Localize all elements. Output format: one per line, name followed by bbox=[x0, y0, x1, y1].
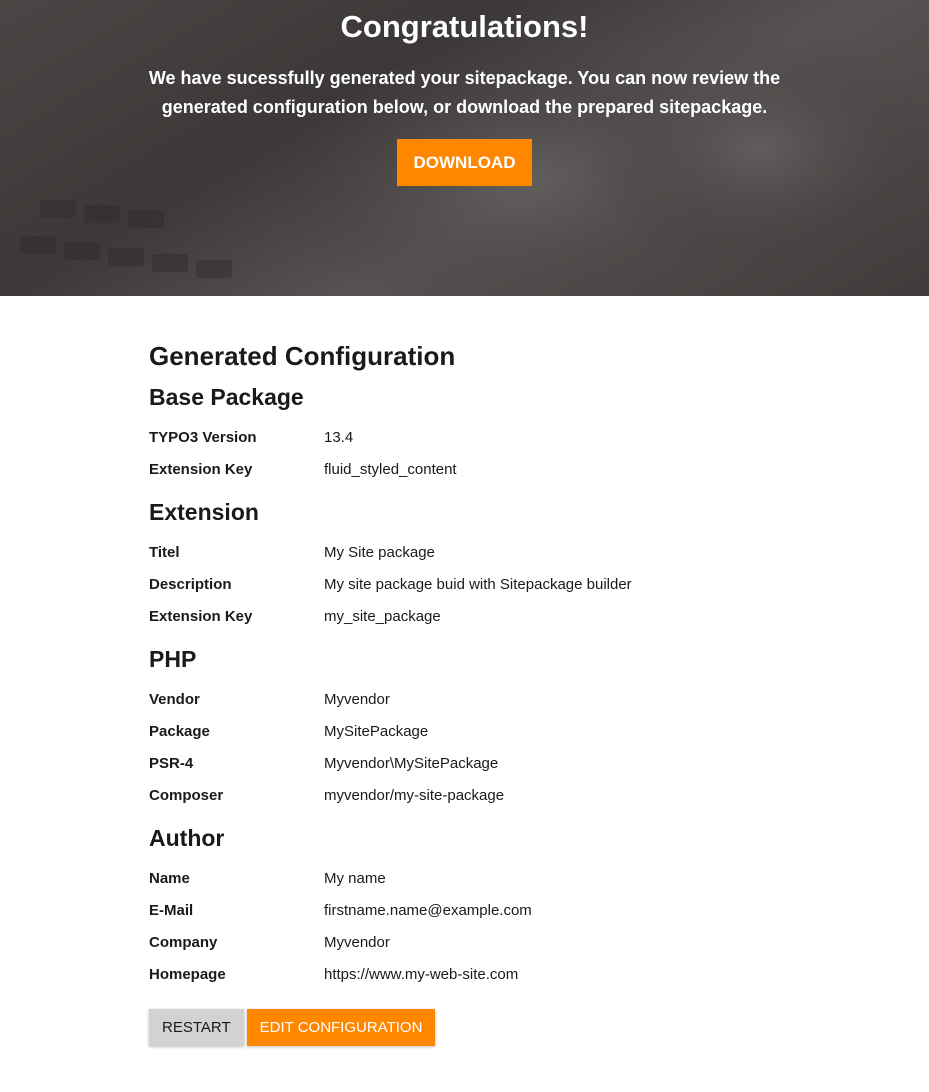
config-key: PSR-4 bbox=[149, 755, 194, 772]
config-key: Name bbox=[149, 870, 190, 887]
config-value: My Site package bbox=[324, 544, 435, 561]
config-key: Vendor bbox=[149, 691, 200, 708]
config-key: Company bbox=[149, 934, 218, 951]
section-title: Author bbox=[149, 825, 225, 851]
configuration-heading: Generated Configuration bbox=[149, 341, 456, 371]
section-author: Author Name My name E-Mail firstname.nam… bbox=[149, 823, 849, 991]
generated-configuration: Generated Configuration Base Package TYP… bbox=[0, 296, 849, 1046]
config-value: Myvendor bbox=[324, 691, 390, 708]
section-title: Extension bbox=[149, 499, 259, 525]
config-value: 13.4 bbox=[324, 429, 354, 446]
config-value: https://www.my-web-site.com bbox=[324, 966, 519, 983]
config-row: TYPO3 Version 13.4 bbox=[149, 422, 849, 454]
config-row: Extension Key fluid_styled_content bbox=[149, 454, 849, 486]
config-row: Extension Key my_site_package bbox=[149, 601, 849, 633]
section-title: PHP bbox=[149, 646, 197, 672]
config-row: Description My site package buid with Si… bbox=[149, 569, 849, 601]
config-row: Name My name bbox=[149, 863, 849, 895]
action-buttons: RESTART EDIT CONFIGURATION bbox=[149, 1009, 849, 1046]
config-value: Myvendor\MySitePackage bbox=[324, 755, 499, 772]
page-title: Congratulations! bbox=[340, 9, 589, 44]
success-message-line-2: generated configuration below, or downlo… bbox=[161, 97, 768, 117]
config-value: fluid_styled_content bbox=[324, 461, 457, 478]
hero-banner: Congratulations! We have sucessfully gen… bbox=[0, 0, 929, 296]
config-value: MySitePackage bbox=[324, 723, 429, 740]
section-php: PHP Vendor Myvendor Package MySitePackag… bbox=[149, 644, 849, 812]
download-button[interactable]: DOWNLOAD bbox=[396, 139, 533, 186]
hero-content: Congratulations! We have sucessfully gen… bbox=[0, 0, 929, 186]
config-value: firstname.name@example.com bbox=[324, 902, 532, 919]
config-value: Myvendor bbox=[324, 934, 390, 951]
config-row: Titel My Site package bbox=[149, 537, 849, 569]
config-value: My site package buid with Sitepackage bu… bbox=[324, 576, 632, 593]
section-title: Base Package bbox=[149, 384, 304, 410]
config-key: E-Mail bbox=[149, 902, 194, 919]
config-row: Composer myvendor/my-site-package bbox=[149, 780, 849, 812]
config-row: Company Myvendor bbox=[149, 927, 849, 959]
edit-configuration-button[interactable]: EDIT CONFIGURATION bbox=[246, 1009, 436, 1046]
restart-button[interactable]: RESTART bbox=[149, 1009, 244, 1046]
config-key: Extension Key bbox=[149, 461, 253, 478]
config-key: Homepage bbox=[149, 966, 226, 983]
config-row: PSR-4 Myvendor\MySitePackage bbox=[149, 748, 849, 780]
config-value: My name bbox=[324, 870, 386, 887]
config-row: E-Mail firstname.name@example.com bbox=[149, 895, 849, 927]
config-key: Extension Key bbox=[149, 608, 253, 625]
config-value: my_site_package bbox=[324, 608, 441, 625]
config-key: Package bbox=[149, 723, 210, 740]
config-value: myvendor/my-site-package bbox=[324, 787, 505, 804]
config-key: Composer bbox=[149, 787, 224, 804]
success-message: We have sucessfully generated your sitep… bbox=[115, 64, 815, 122]
config-row: Package MySitePackage bbox=[149, 716, 849, 748]
config-key: TYPO3 Version bbox=[149, 429, 257, 446]
success-message-line-1: We have sucessfully generated your sitep… bbox=[148, 68, 781, 88]
section-base-package: Base Package TYPO3 Version 13.4 Extensio… bbox=[149, 382, 849, 486]
config-row: Vendor Myvendor bbox=[149, 684, 849, 716]
section-extension: Extension Titel My Site package Descript… bbox=[149, 497, 849, 633]
config-key: Titel bbox=[149, 544, 180, 561]
config-key: Description bbox=[149, 576, 232, 593]
config-row: Homepage https://www.my-web-site.com bbox=[149, 959, 849, 991]
